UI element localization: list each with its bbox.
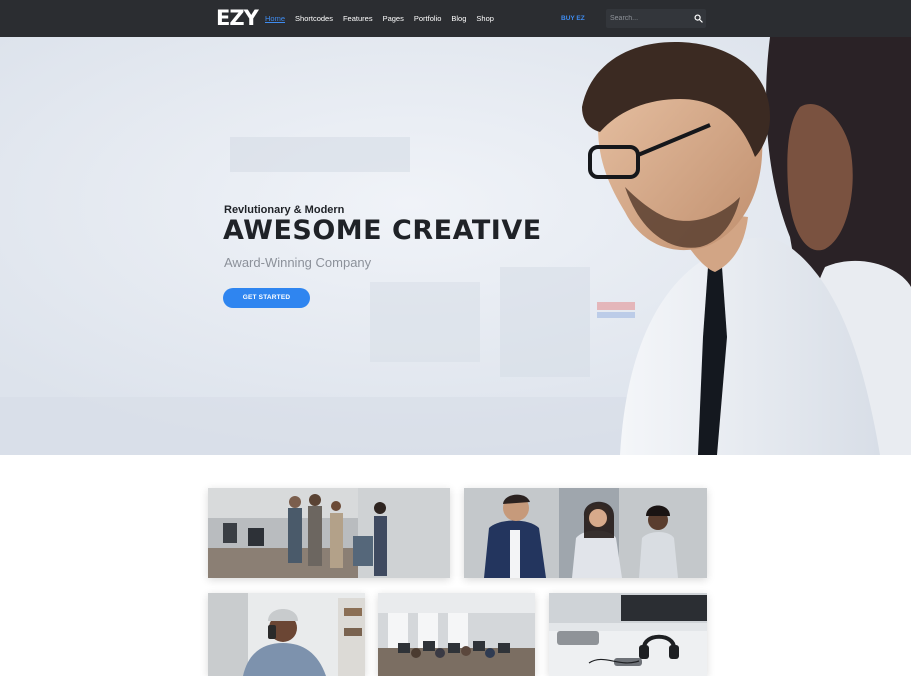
gallery-image-headphones-desk[interactable]	[549, 593, 707, 676]
open-office-photo	[378, 593, 535, 676]
search-box	[606, 9, 706, 28]
nav-item-shortcodes[interactable]: Shortcodes	[295, 0, 333, 37]
search-icon[interactable]	[694, 14, 703, 23]
gallery-image-business-meeting[interactable]	[464, 488, 707, 578]
hero-background-photo	[0, 37, 911, 455]
nav-item-blog[interactable]: Blog	[451, 0, 466, 37]
site-logo[interactable]: EZY	[216, 7, 259, 30]
business-meeting-photo	[464, 488, 707, 578]
nav-item-features[interactable]: Features	[343, 0, 373, 37]
headphones-desk-photo	[549, 593, 707, 676]
search-input[interactable]	[610, 9, 690, 28]
main-menu: Home Shortcodes Features Pages Portfolio…	[265, 0, 504, 37]
buy-ez-link[interactable]: BUY EZ	[561, 0, 585, 37]
man-on-phone-photo	[208, 593, 365, 676]
get-started-button[interactable]: GET STARTED	[223, 288, 310, 308]
nav-item-pages[interactable]: Pages	[383, 0, 404, 37]
hero-title: AWESOME CREATIVE	[223, 215, 542, 246]
nav-item-portfolio[interactable]: Portfolio	[414, 0, 442, 37]
team-office-photo	[208, 488, 450, 578]
gallery-image-team-office[interactable]	[208, 488, 450, 578]
hero-banner: Revlutionary & Modern AWESOME CREATIVE A…	[0, 37, 911, 455]
gallery-image-man-on-phone[interactable]	[208, 593, 365, 676]
nav-item-home[interactable]: Home	[265, 0, 285, 37]
top-navbar: EZY Home Shortcodes Features Pages Portf…	[0, 0, 911, 37]
hero-tagline: Award-Winning Company	[224, 255, 372, 270]
gallery-image-open-office[interactable]	[378, 593, 535, 676]
nav-item-shop[interactable]: Shop	[476, 0, 494, 37]
